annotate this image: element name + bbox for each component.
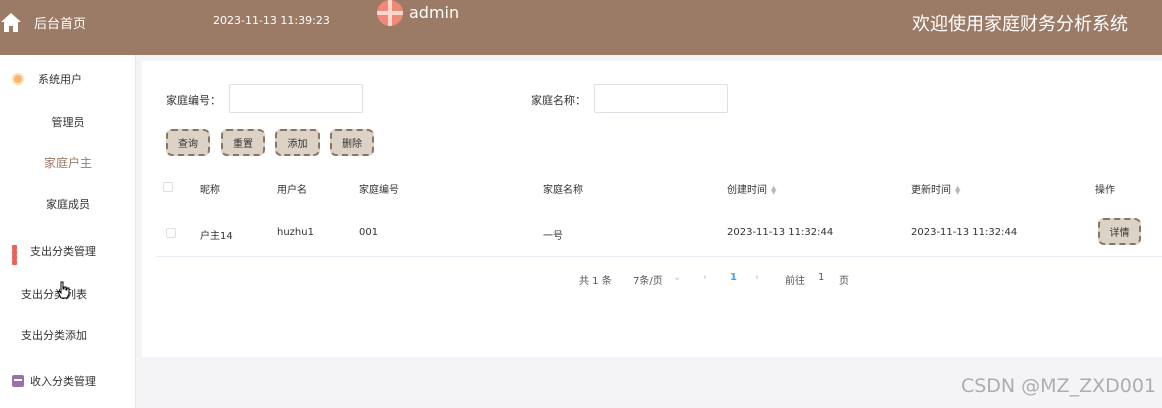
column-header-label: 创建时间 [727,185,767,196]
sidebar-group-income[interactable]: 收入分类管理 [12,373,96,389]
sidebar-item-admin[interactable]: 管理员 [0,114,136,130]
sidebar-item-expense-add[interactable]: 支出分类添加 [0,327,122,343]
row-checkbox[interactable] [166,228,176,238]
user-avatar[interactable] [377,0,403,26]
column-header-actions: 操作 [1095,185,1115,196]
column-header-nickname: 昵称 [200,185,220,196]
column-header-family-name: 家庭名称 [543,185,583,196]
cell-updated: 2023-11-13 11:32:44 [911,227,1018,238]
current-page[interactable]: 1 [730,272,737,283]
sidebar-group-label: 收入分类管理 [30,375,96,388]
detail-button[interactable]: 详情 [1098,218,1141,245]
sidebar-group-expense[interactable]: 支出分类管理 [12,243,96,265]
home-link[interactable]: 后台首页 [0,0,136,55]
cell-nickname: 户主14 [200,231,233,242]
select-all-checkbox[interactable] [163,182,173,192]
column-header-label: 更新时间 [911,185,951,196]
cell-family-no: 001 [359,227,379,238]
goto-label: 前往 [785,276,805,287]
goto-page-input[interactable]: 1 [818,272,824,283]
hand-cursor-icon [57,281,70,299]
pagination-total: 共 1 条 [579,276,612,287]
sidebar-item-householder[interactable]: 家庭户主 [0,154,136,171]
watermark: CSDN @MZ_ZXD001 [960,375,1156,397]
family-no-label: 家庭编号： [166,94,221,107]
category-grid-icon [12,245,24,265]
page-suffix: 页 [839,276,849,287]
reset-button[interactable]: 重置 [221,129,265,156]
home-label: 后台首页 [34,17,87,32]
sidebar: 系统用户 管理员 家庭户主 家庭成员 支出分类管理 支出分类列表 支出分类添加 … [0,55,136,408]
sidebar-item-family-member[interactable]: 家庭成员 [0,196,136,212]
main-panel: 家庭编号： 家庭名称： 查询 重置 添加 删除 昵称 用户名 家庭编号 家庭名称… [142,61,1162,357]
next-page-icon[interactable]: › [755,272,759,283]
sort-icon[interactable]: ▲ ▼ [955,185,960,196]
cell-family-name: 一号 [543,231,563,242]
cell-username: huzhu1 [277,227,314,238]
column-header-family-no: 家庭编号 [359,185,399,196]
add-button[interactable]: 添加 [275,129,320,156]
family-name-label: 家庭名称： [531,94,586,107]
column-header-updated[interactable]: 更新时间 ▲ ▼ [911,181,960,197]
page-size-select[interactable]: 7条/页 [633,272,663,287]
gear-icon [12,73,24,85]
site-title: 欢迎使用家庭财务分析系统 [912,14,1128,35]
top-header: 后台首页 2023-11-13 11:39:23 admin 欢迎使用家庭财务分… [0,0,1162,55]
sidebar-group-system-users[interactable]: 系统用户 [12,71,82,87]
delete-button[interactable]: 删除 [330,129,374,156]
family-name-input[interactable] [594,84,728,113]
sidebar-group-label: 系统用户 [38,73,82,86]
home-icon [1,13,21,32]
current-datetime: 2023-11-13 11:39:23 [213,14,330,27]
username[interactable]: admin [409,3,459,22]
sort-icon[interactable]: ▲ ▼ [771,185,776,196]
row-divider [156,256,1162,257]
column-header-created[interactable]: 创建时间 ▲ ▼ [727,181,776,197]
query-button[interactable]: 查询 [166,129,210,156]
column-header-username: 用户名 [277,185,307,196]
prev-page-icon[interactable]: ‹ [703,272,707,283]
archive-icon [12,375,24,387]
cell-created: 2023-11-13 11:32:44 [727,227,834,238]
sidebar-group-label: 支出分类管理 [30,245,96,258]
family-no-input[interactable] [229,84,363,113]
chevron-down-icon[interactable]: ⌄ [673,272,681,283]
